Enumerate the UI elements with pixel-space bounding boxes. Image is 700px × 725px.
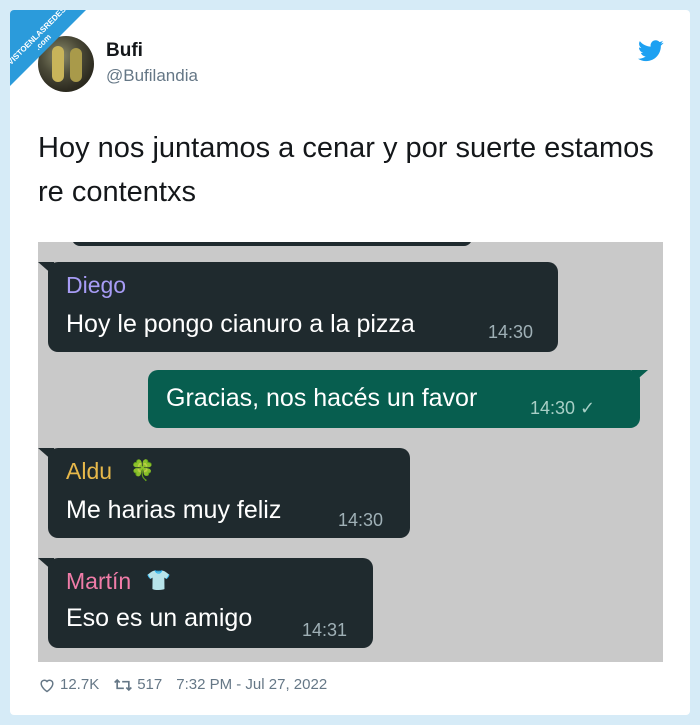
message-text: Me harias muy feliz [66, 496, 282, 524]
chat-message-martin: Martín 👕 Eso es un amigo 14:31 [48, 558, 373, 648]
clover-icon: 🍀 [130, 460, 155, 482]
site-watermark: VISTOENLASREDES .com [10, 10, 100, 100]
like-count: 12.7K [60, 676, 100, 693]
author-name[interactable]: Bufi [106, 40, 143, 62]
tweet-footer: 12.7K 517 7:32 PM - Jul 27, 2022 [38, 676, 327, 693]
message-time: 14:30 [338, 510, 384, 530]
tweet-text: Hoy nos juntamos a cenar y por suerte es… [38, 132, 654, 208]
sender-name: Diego [66, 272, 127, 298]
chat-message-diego: Diego Hoy le pongo cianuro a la pizza 14… [48, 262, 558, 352]
message-text: Gracias, nos hacés un favor [166, 384, 478, 412]
shirt-icon: 👕 [146, 570, 171, 592]
tweet-timestamp[interactable]: 7:32 PM - Jul 27, 2022 [176, 676, 327, 693]
heart-icon[interactable] [38, 677, 56, 693]
author-handle[interactable]: @Bufilandia [106, 66, 198, 86]
tweet-card: VISTOENLASREDES .com Bufi @Bufilandia Ho… [10, 10, 690, 715]
sender-name: Martín [66, 568, 132, 594]
message-text: Eso es un amigo [66, 604, 253, 632]
message-text: Hoy le pongo cianuro a la pizza [66, 310, 415, 338]
chat-message-aldu: Aldu 🍀 Me harias muy feliz 14:30 [48, 448, 410, 538]
message-time: 14:30 ✓ [530, 398, 596, 418]
chat-screenshot: Diego Hoy le pongo cianuro a la pizza 14… [38, 242, 663, 662]
message-time: 14:30 [488, 322, 534, 342]
chat-message-outgoing: Gracias, nos hacés un favor 14:30 ✓ [148, 370, 640, 428]
sender-name: Aldu [66, 458, 113, 484]
retweet-count: 517 [137, 676, 163, 693]
retweet-icon[interactable] [113, 677, 133, 693]
twitter-bird-icon[interactable] [638, 40, 664, 62]
message-time: 14:31 [302, 620, 348, 640]
